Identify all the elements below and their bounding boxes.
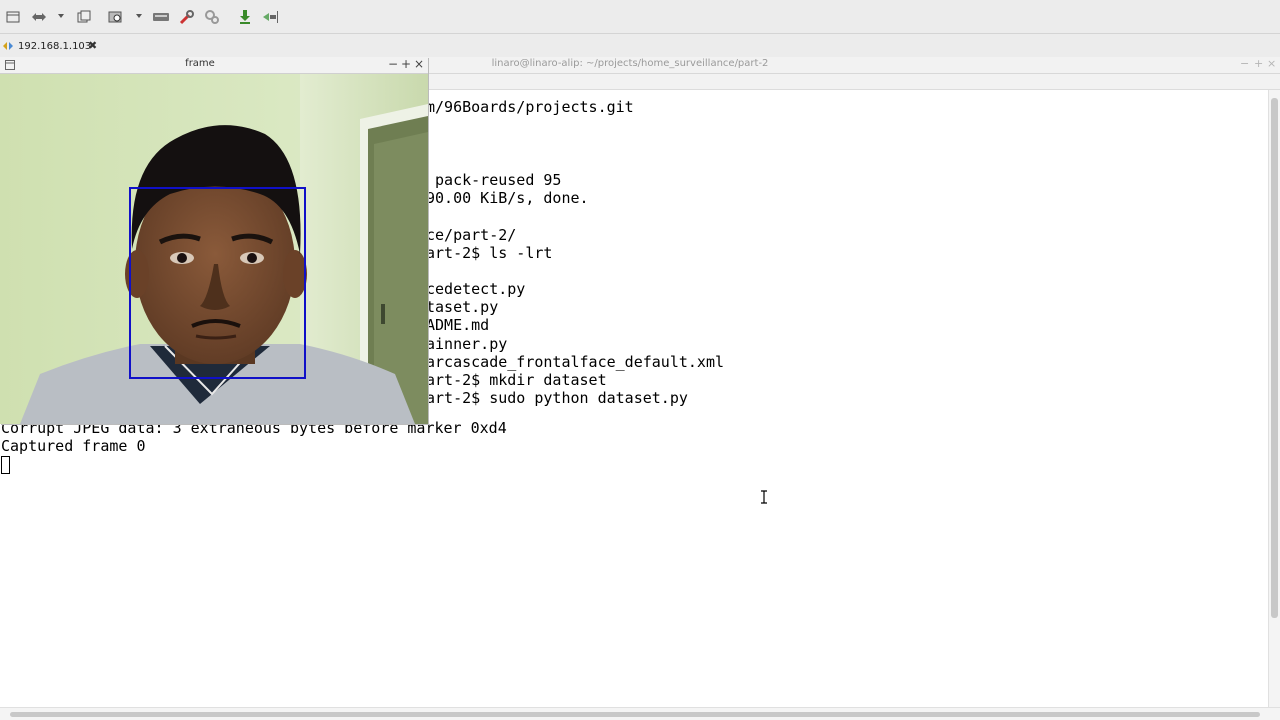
maximize-icon[interactable]: + — [401, 57, 411, 71]
output-line: Captured frame 0 — [1, 437, 146, 455]
fullscreen-icon[interactable] — [31, 9, 47, 25]
chevron-down-icon[interactable] — [58, 14, 64, 18]
minimize-icon[interactable]: − — [388, 57, 398, 71]
tab-connection[interactable]: 192.168.1.103 ✖ — [2, 36, 102, 56]
zoom-icon[interactable] — [108, 9, 124, 25]
terminal-line: ce/part-2/ — [426, 226, 517, 244]
viewer-toolbar — [0, 0, 1280, 34]
text-cursor — [1, 456, 10, 474]
tab-strip: 192.168.1.103 ✖ — [0, 34, 1280, 57]
copy-icon[interactable] — [76, 9, 92, 25]
connection-icon — [3, 42, 13, 50]
remote-desktop[interactable]: linaro@linaro-alip: ~/projects/home_surv… — [0, 57, 1280, 720]
terminal-line: cedetect.py — [426, 280, 526, 298]
terminal-line: ADME.md — [426, 316, 490, 334]
horizontal-scrollbar[interactable] — [0, 707, 1280, 720]
close-icon[interactable]: × — [414, 57, 424, 71]
close-icon[interactable]: × — [1267, 57, 1276, 70]
keyboard-icon[interactable] — [153, 9, 169, 25]
terminal-line: art-2$ mkdir dataset — [426, 371, 607, 389]
terminal-line: art-2$ sudo python dataset.py — [426, 389, 688, 407]
tab-label: 192.168.1.103 — [18, 40, 92, 52]
vertical-scrollbar[interactable] — [1268, 90, 1280, 707]
chevron-down-icon[interactable] — [136, 14, 142, 18]
disconnect-icon[interactable] — [262, 9, 278, 25]
terminal-line: art-2$ ls -lrt — [426, 244, 553, 262]
terminal-line: ainner.py — [426, 335, 508, 353]
ibeam-cursor-icon — [761, 490, 767, 504]
minimize-icon[interactable]: − — [1240, 57, 1249, 70]
settings-icon[interactable] — [204, 9, 220, 25]
terminal-line: 90.00 KiB/s, done. — [426, 189, 589, 207]
close-tab-icon[interactable]: ✖ — [88, 39, 97, 52]
scrollbar-thumb[interactable] — [1271, 98, 1278, 618]
maximize-icon[interactable]: + — [1254, 57, 1263, 70]
terminal-line: arcascade_frontalface_default.xml — [426, 353, 725, 371]
frame-titlebar[interactable]: frame − + × — [0, 57, 428, 74]
webcam-frame — [0, 74, 428, 424]
scrollbar-thumb[interactable] — [10, 712, 1260, 717]
frame-window[interactable]: frame − + × — [0, 57, 428, 424]
download-icon[interactable] — [237, 9, 253, 25]
tools-icon[interactable] — [179, 9, 195, 25]
terminal-line: m/96Boards/projects.git — [426, 98, 634, 116]
window-icon[interactable] — [5, 9, 21, 25]
terminal-line: pack-reused 95 — [426, 171, 562, 189]
terminal-line: taset.py — [426, 298, 499, 316]
frame-title: frame — [185, 58, 215, 69]
